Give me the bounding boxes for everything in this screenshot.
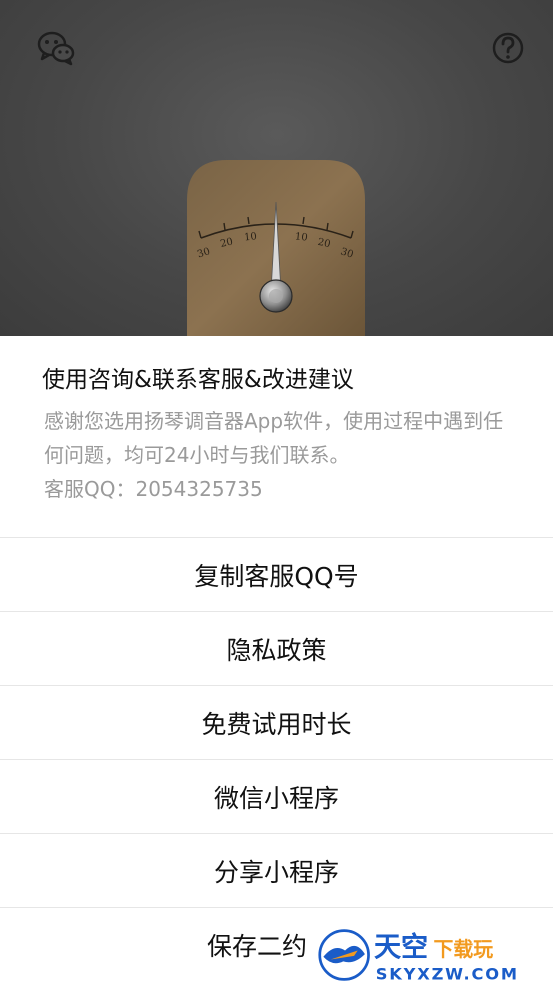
tuner-dial: 30 20 10 10 20 30 [187, 160, 365, 336]
scale-label: 10 [244, 231, 258, 243]
copy-qq-button[interactable]: 复制客服QQ号 [0, 537, 553, 612]
sheet-header: 使用咨询&联系客服&改进建议 感谢您选用扬琴调音器App软件，使用过程中遇到任何… [0, 336, 553, 536]
share-mini-program-button[interactable]: 分享小程序 [0, 833, 553, 908]
sheet-description: 感谢您选用扬琴调音器App软件，使用过程中遇到任何问题，均可24小时与我们联系。 [44, 409, 504, 467]
help-icon[interactable] [488, 28, 528, 68]
wechat-icon[interactable] [36, 28, 76, 68]
wechat-mini-program-button[interactable]: 微信小程序 [0, 759, 553, 834]
app-background: 30 20 10 10 20 30 [0, 0, 553, 336]
bottom-sheet: 使用咨询&联系客服&改进建议 感谢您选用扬琴调音器App软件，使用过程中遇到任何… [0, 336, 553, 983]
site-watermark: 天空 下载玩 SKYXZW.COM [306, 921, 553, 983]
watermark-url: SKYXZW.COM [376, 964, 519, 983]
watermark-logo: 天空 下载玩 SKYXZW.COM [318, 929, 519, 983]
watermark-brand: 天空 [374, 931, 428, 963]
watermark-suffix: 下载玩 [434, 938, 494, 961]
scale-label: 10 [294, 231, 308, 243]
free-trial-duration-button[interactable]: 免费试用时长 [0, 685, 553, 760]
support-qq-text: 客服QQ：2054325735 [44, 477, 263, 501]
sheet-title: 使用咨询&联系客服&改进建议 [42, 367, 354, 393]
privacy-policy-button[interactable]: 隐私政策 [0, 611, 553, 686]
